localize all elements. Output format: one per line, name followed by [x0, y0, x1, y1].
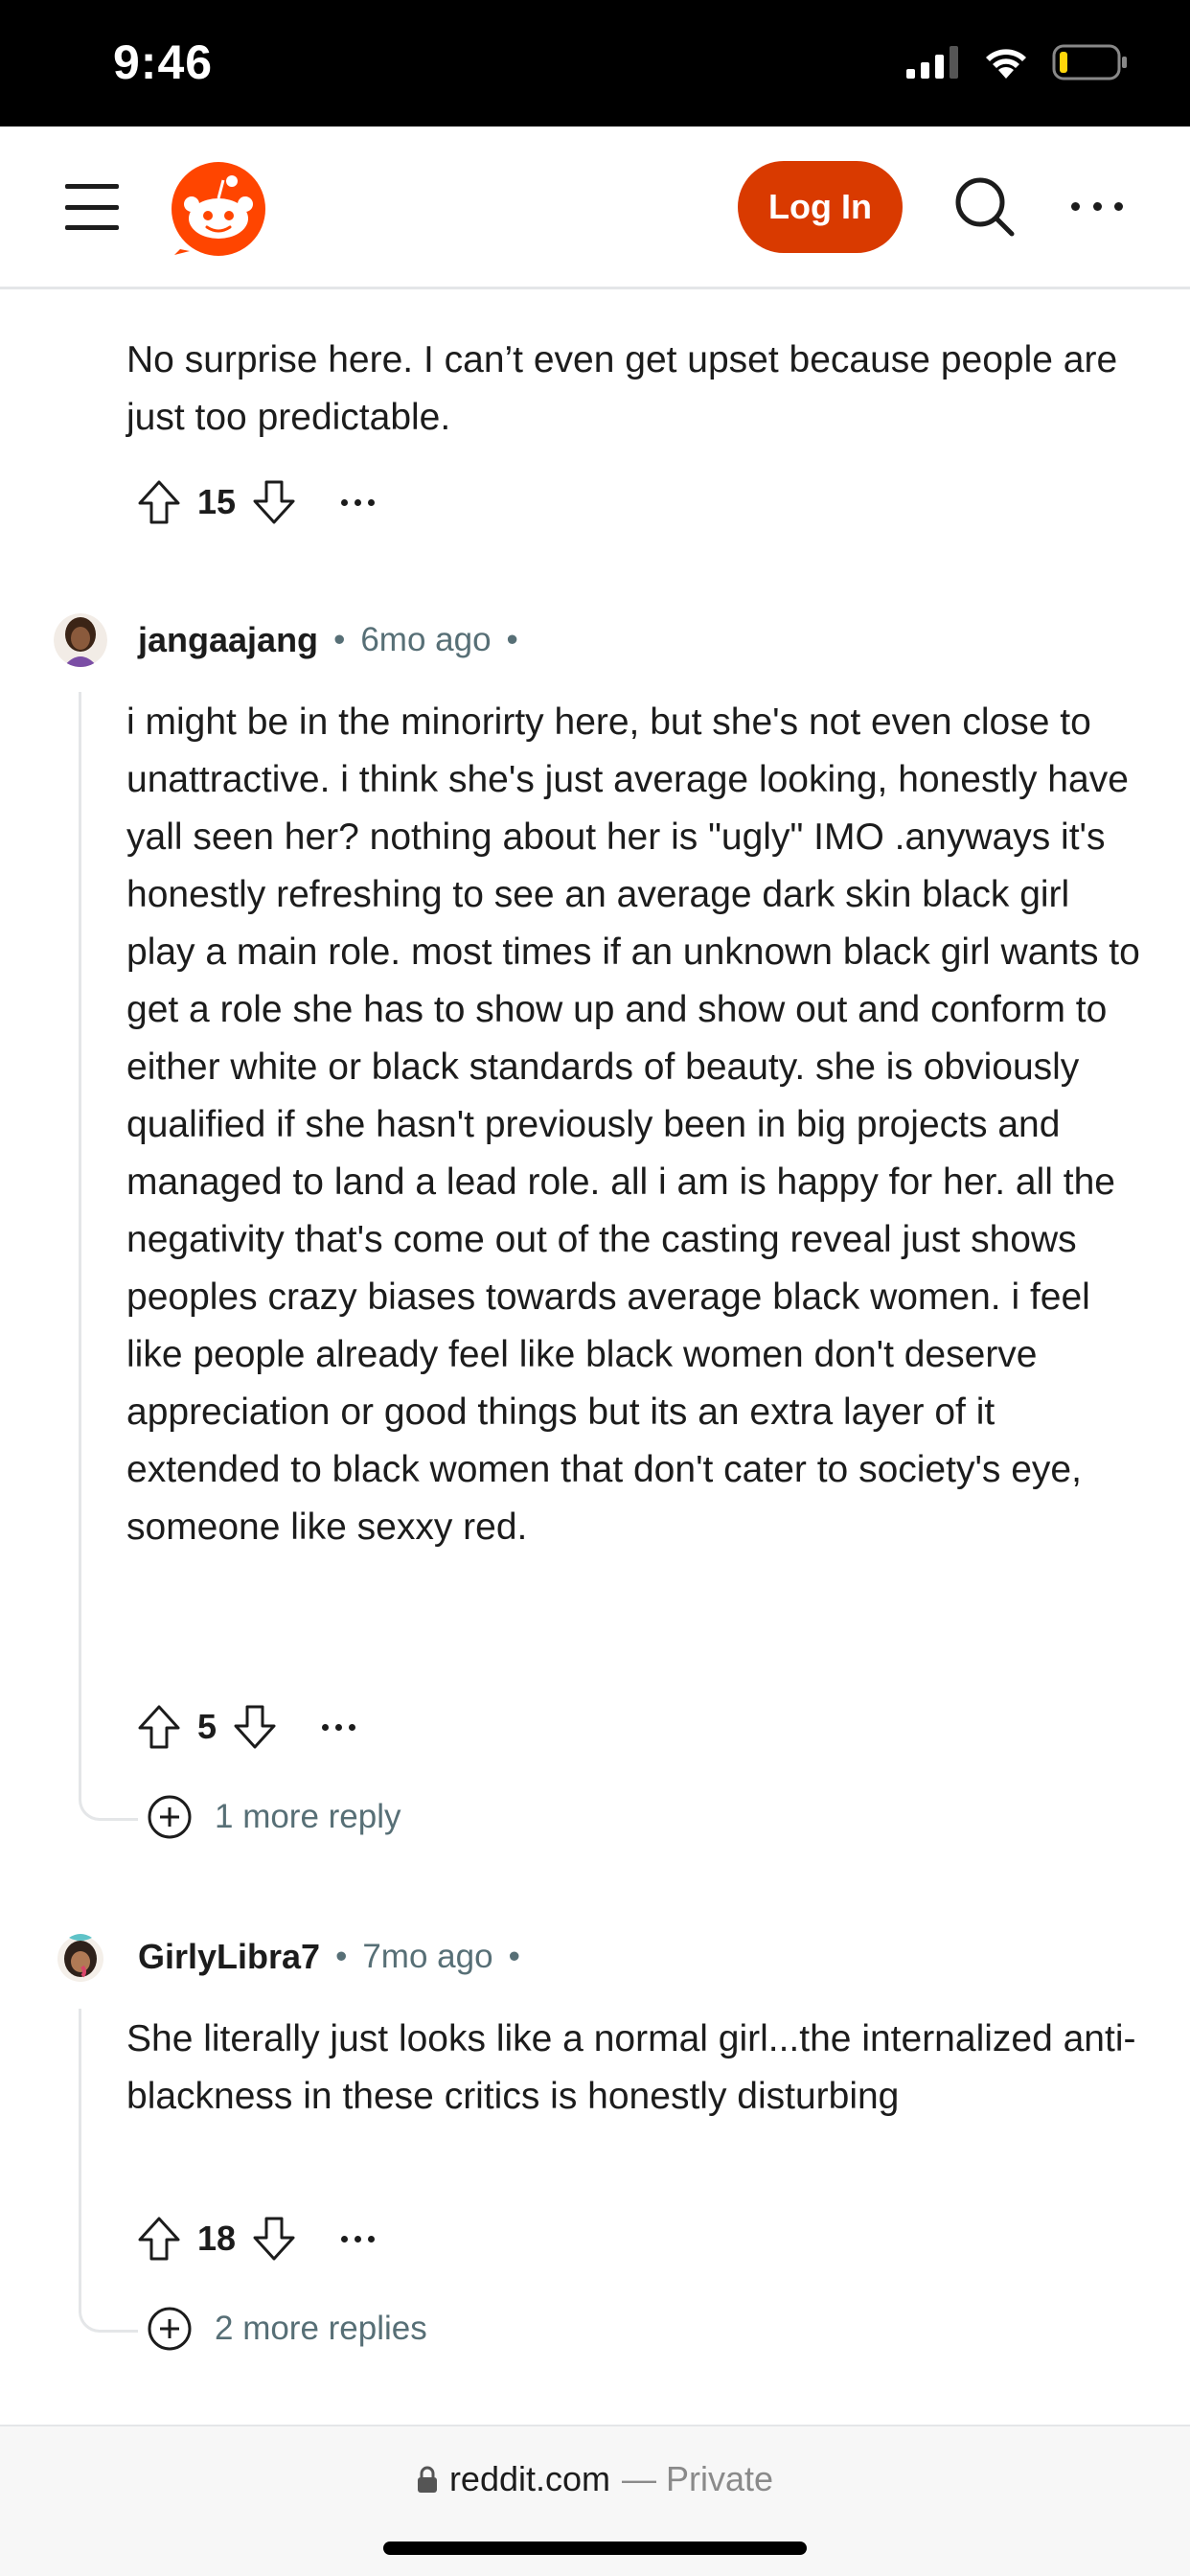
- home-indicator[interactable]: [383, 2542, 807, 2555]
- comment-author[interactable]: jangaajang: [138, 620, 318, 660]
- lock-icon: [417, 2466, 437, 2493]
- vote-count: 5: [197, 1707, 217, 1746]
- private-label: — Private: [622, 2459, 774, 2498]
- wifi-icon: [986, 49, 1026, 79]
- vote-count: 15: [197, 482, 237, 521]
- comment-age: 7mo ago: [362, 1938, 493, 1975]
- more-replies-button[interactable]: 2 more replies: [148, 2307, 427, 2351]
- search-icon[interactable]: [952, 174, 1016, 238]
- status-time: 9:46: [113, 35, 214, 89]
- thread-line-curve: [79, 2294, 138, 2333]
- comment-more-icon[interactable]: [341, 498, 376, 506]
- menu-icon[interactable]: [65, 184, 119, 230]
- plus-circle-icon: [148, 1795, 192, 1839]
- comment-body: No surprise here. I can’t even get upset…: [126, 339, 1118, 438]
- upvote-icon[interactable]: [136, 1703, 182, 1751]
- separator-dot: •: [335, 1938, 348, 1975]
- more-replies-label: 1 more reply: [215, 1798, 401, 1835]
- comment-body: She literally just looks like a normal g…: [126, 2018, 1136, 2117]
- comment-more-icon[interactable]: [341, 2235, 376, 2242]
- login-button[interactable]: Log In: [738, 161, 903, 253]
- plus-circle-icon: [148, 2307, 192, 2351]
- browser-bottom-bar: reddit.com — Private: [0, 2425, 1190, 2576]
- avatar[interactable]: [54, 613, 107, 667]
- vote-count: 18: [197, 2219, 237, 2258]
- separator-dot: •: [333, 621, 346, 658]
- downvote-icon[interactable]: [251, 2215, 297, 2263]
- more-icon[interactable]: [1071, 194, 1123, 218]
- thread-line-curve: [79, 1782, 138, 1821]
- more-replies-button[interactable]: 1 more reply: [148, 1795, 401, 1839]
- comment-actions: 18: [136, 2210, 376, 2267]
- status-icons: [906, 44, 1129, 80]
- comment-actions: 5: [136, 1698, 356, 1756]
- reddit-logo[interactable]: [171, 161, 266, 257]
- comment-author[interactable]: GirlyLibra7: [138, 1937, 320, 1977]
- thread-line[interactable]: [79, 692, 81, 1784]
- separator-dot: •: [506, 621, 518, 658]
- comment-age: 6mo ago: [360, 621, 492, 658]
- separator-dot: •: [508, 1938, 520, 1975]
- signal-icon: [906, 46, 958, 79]
- battery-icon: [1052, 44, 1127, 80]
- avatar[interactable]: [54, 1930, 107, 1984]
- downvote-icon[interactable]: [251, 478, 297, 526]
- url-display[interactable]: reddit.com — Private: [0, 2459, 1190, 2499]
- more-replies-label: 2 more replies: [215, 2310, 427, 2347]
- upvote-icon[interactable]: [136, 2215, 182, 2263]
- upvote-icon[interactable]: [136, 478, 182, 526]
- comment-body: i might be in the minorirty here, but sh…: [126, 702, 1140, 1548]
- status-bar: 9:46: [0, 0, 1190, 126]
- thread-line[interactable]: [79, 2009, 81, 2296]
- comment-more-icon[interactable]: [322, 1723, 356, 1731]
- comment-actions: 15: [136, 473, 376, 531]
- downvote-icon[interactable]: [232, 1703, 278, 1751]
- comment-header: GirlyLibra7 • 7mo ago •: [54, 1922, 520, 1991]
- comment-header: jangaajang • 6mo ago •: [54, 606, 518, 675]
- top-nav: Log In: [0, 126, 1190, 289]
- url-domain: reddit.com: [448, 2459, 611, 2498]
